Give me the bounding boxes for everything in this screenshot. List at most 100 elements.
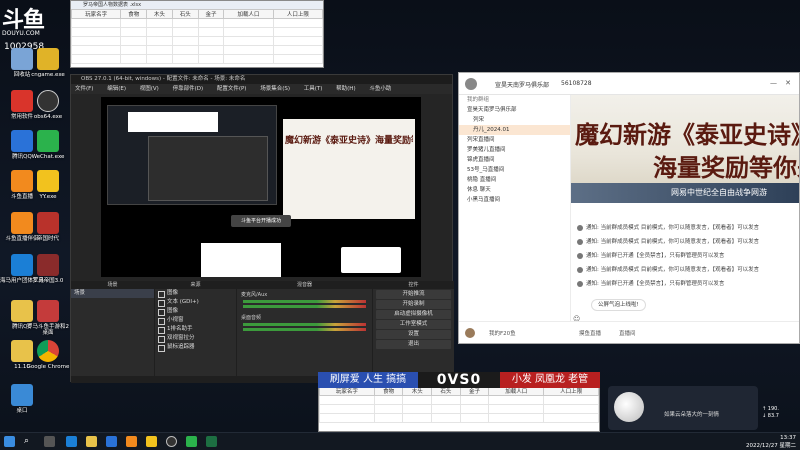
group-list-item[interactable]: 罗美猪儿直播间 xyxy=(459,145,570,155)
menu-view[interactable]: 视图(V) xyxy=(140,86,159,92)
column-header[interactable]: 石头 xyxy=(171,9,199,19)
excel-taskbar-icon[interactable] xyxy=(206,436,217,447)
scene-item[interactable]: 场景 xyxy=(71,289,154,298)
desktop-icon-obs[interactable]: obs64.exe xyxy=(26,90,70,120)
aoe-icon xyxy=(37,212,59,234)
desktop-icon-rome-mobile[interactable]: 罗马斗鱼手游和2桌面 xyxy=(26,300,70,336)
column-header[interactable]: 加载人口 xyxy=(223,9,274,19)
notification-toast[interactable]: 如果云朵落大的一刻情 xyxy=(608,386,758,430)
edge-icon[interactable] xyxy=(66,436,77,447)
bottom-spreadsheet: 玩家名字 食物 木头 石头 金子 加载人口 人口上限 xyxy=(318,386,600,432)
obs-taskbar-icon[interactable] xyxy=(166,436,177,447)
source-item[interactable]: 图像 xyxy=(155,289,236,298)
desktop-icon-yy[interactable]: YY.exe xyxy=(26,170,70,200)
mixer-channel-label: 桌面音频 xyxy=(241,315,262,321)
menu-help[interactable]: 帮助(H) xyxy=(336,86,355,92)
info-icon xyxy=(577,266,583,273)
source-item[interactable]: 1排名助手 xyxy=(155,325,236,334)
score: 0VS0 xyxy=(418,372,500,388)
source-item[interactable]: 小视窗 xyxy=(155,316,236,325)
minimize-icon[interactable]: — xyxy=(770,79,777,87)
info-icon xyxy=(577,280,583,287)
menu-tools[interactable]: 工具(T) xyxy=(304,86,323,92)
desktop-icon-rome[interactable]: 罗马帝国3.0 xyxy=(26,254,70,284)
preview-nested-chat: 魔幻新游《泰亚史诗》海量奖励等你来 xyxy=(283,119,415,219)
group-list-item[interactable]: 列宋直播间 xyxy=(459,135,570,145)
left-team: 刷屏爱 人生 搞搞 xyxy=(318,372,418,388)
obs-preview[interactable]: 魔幻新游《泰亚史诗》海量奖励等你来 斗鱼平台开播成功 xyxy=(101,97,421,277)
source-item[interactable]: 鼠标追踪器 xyxy=(155,343,236,352)
group-list-item[interactable]: 锦虎直播间 xyxy=(459,155,570,165)
column-header[interactable]: 木头 xyxy=(146,9,173,19)
douyu-taskbar-icon[interactable] xyxy=(126,436,137,447)
chat-bubble[interactable]: 公屏气泡上线啦! xyxy=(591,299,646,311)
column-header[interactable]: 食物 xyxy=(120,9,148,19)
chrome-icon xyxy=(37,340,59,362)
menu-docks[interactable]: 停靠部件(D) xyxy=(173,86,204,92)
windows-start-icon[interactable] xyxy=(4,436,15,447)
menu-file[interactable]: 文件(F) xyxy=(75,86,93,92)
studio-mode-button[interactable]: 工作室模式 xyxy=(376,320,451,329)
search-icon[interactable]: ⌕ xyxy=(24,436,35,447)
menu-profile[interactable]: 配置文件(P) xyxy=(217,86,247,92)
task-view-icon[interactable] xyxy=(44,436,55,447)
scenes-panel: 场景 场景 xyxy=(71,281,155,383)
column-header[interactable]: 玩家名字 xyxy=(70,9,122,19)
clock-time: 13:37 xyxy=(780,435,796,441)
source-item[interactable]: 图像 xyxy=(155,307,236,316)
virtual-camera-button[interactable]: 启动虚拟摄像机 xyxy=(376,310,451,319)
chat-bottombar: 我的F20鱼 摸鱼直播 直播间 xyxy=(459,321,799,343)
menu-douyu-helper[interactable]: 斗鱼小助 xyxy=(369,86,391,92)
group-list-header: 我的群组 xyxy=(467,97,490,103)
store-icon[interactable] xyxy=(106,436,117,447)
preview-nested-obs xyxy=(148,136,268,201)
group-list-item[interactable]: 小黑马直播间 xyxy=(459,195,570,205)
settings-button[interactable]: 设置 xyxy=(376,330,451,339)
source-item[interactable]: 双视窗拉分 xyxy=(155,334,236,343)
start-streaming-button[interactable]: 开始推流 xyxy=(376,290,451,299)
source-item[interactable]: 文本 (GDI+) xyxy=(155,298,236,307)
upload-speed: ↑ 190. xyxy=(762,406,779,412)
mixer-header: 混音器 xyxy=(237,281,372,289)
yy-taskbar-icon[interactable] xyxy=(146,436,157,447)
file-explorer-icon[interactable] xyxy=(86,436,97,447)
wechat-taskbar-icon[interactable] xyxy=(186,436,197,447)
column-header[interactable]: 人口上限 xyxy=(272,9,324,19)
desktop-icon-aoe[interactable]: 帝国时代 xyxy=(26,212,70,242)
mixer-meter xyxy=(243,328,366,331)
exit-button[interactable]: 退出 xyxy=(376,340,451,349)
bottom-tab[interactable]: 直播间 xyxy=(619,329,636,337)
desktop-icon-desk[interactable]: 桌口 xyxy=(0,384,44,414)
bottom-tab[interactable]: 摸鱼直播 xyxy=(579,329,601,337)
desktop-icon-wechat[interactable]: WeChat.exe xyxy=(26,130,70,160)
group-list-item[interactable]: 宣昊天南罗马俱乐部 xyxy=(459,105,570,115)
user-avatar[interactable] xyxy=(465,78,477,90)
column-header[interactable]: 金子 xyxy=(197,9,225,19)
mixer-panel: 混音器 麦克风/Aux 桌面音频 xyxy=(237,281,373,383)
controls-header: 控件 xyxy=(373,281,454,289)
chat-notice: 通知: 当前群成员模式 目前模式，你可以随意发言，【观看者】可以发言 xyxy=(577,223,759,231)
notification-message: 如果云朵落大的一刻情 xyxy=(664,412,720,418)
group-list-item[interactable]: 桃隐 直播间 xyxy=(459,175,570,185)
taskbar: ⌕ 13:37 2022/12/27 星期二 xyxy=(0,432,800,450)
group-list-item[interactable]: 休息 聊天 xyxy=(459,185,570,195)
group-list-item[interactable]: 列宋 xyxy=(459,115,570,125)
top-spreadsheet-window: 罗马帝国人物数据表 .xlsx 玩家名字 食物 木头 石头 金子 加载人口 人口… xyxy=(70,0,324,68)
system-clock[interactable]: 13:37 2022/12/27 星期二 xyxy=(746,434,796,450)
desktop-icon-cngame[interactable]: cngame.exe xyxy=(26,48,70,78)
ad-banner[interactable]: 魔幻新游《泰亚史诗》 海量奖励等你来 网易中世纪全自由战争网游 xyxy=(571,95,799,203)
chat-notice: 通知: 当前群已开通【全员禁言】，只有群管理员可以发言 xyxy=(577,279,724,287)
chat-notice: 通知: 当前群成员模式 目前模式，你可以随意发言，【观看者】可以发言 xyxy=(577,265,759,273)
start-recording-button[interactable]: 开始录制 xyxy=(376,300,451,309)
menu-edit[interactable]: 编辑(E) xyxy=(107,86,126,92)
menu-scene-collection[interactable]: 场景集合(S) xyxy=(260,86,290,92)
avatar[interactable] xyxy=(465,328,475,338)
top-spreadsheet-table: 玩家名字 食物 木头 石头 金子 加载人口 人口上限 xyxy=(70,9,324,64)
bottom-tab[interactable]: 我的F20鱼 xyxy=(489,329,516,337)
group-list-item[interactable]: 53号_马直播间 xyxy=(459,165,570,175)
scenes-header: 场景 xyxy=(71,281,154,289)
obs-menubar: 文件(F) 编辑(E) 视图(V) 停靠部件(D) 配置文件(P) 场景集合(S… xyxy=(71,84,452,94)
close-icon[interactable]: ✕ xyxy=(785,79,791,87)
group-list-item-selected[interactable]: 丹儿_2024.01 xyxy=(459,125,570,135)
desktop-icon-chrome[interactable]: Google Chrome xyxy=(26,340,70,370)
